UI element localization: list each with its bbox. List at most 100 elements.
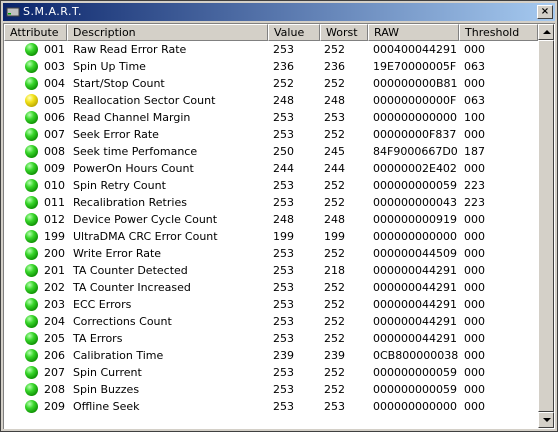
close-button[interactable]: × [537,5,553,19]
cell-value: 253 [273,247,294,260]
cell-value: 253 [273,128,294,141]
table-row[interactable]: 009 PowerOn Hours Count 244 244 00000002E402… [4,160,538,177]
table-row[interactable]: 003 Spin Up Time 236 236 19E70000005F 063 [4,58,538,75]
cell-raw: 000000044291 [373,281,457,294]
column-header-threshold[interactable]: Threshold [459,24,538,41]
cell-threshold: 063 [464,94,485,107]
cell-worst: 252 [324,43,345,56]
cell-description: Calibration Time [73,349,164,362]
cell-threshold: 000 [464,77,485,90]
cell-description: Spin Buzzes [73,383,140,396]
cell-threshold: 063 [464,60,485,73]
status-green-icon [25,128,38,141]
column-header-attribute[interactable]: Attribute [4,24,67,41]
drive-icon [6,7,20,17]
cell-id: 010 [44,179,65,192]
table-row[interactable]: 199 UltraDMA CRC Error Count 199 199 0000000… [4,228,538,245]
cell-raw: 000000000059 [373,179,457,192]
cell-id: 199 [44,230,65,243]
cell-description: Seek time Perfomance [73,145,198,158]
vertical-scrollbar[interactable] [538,24,554,428]
cell-raw: 000000000059 [373,383,457,396]
cell-id: 011 [44,196,65,209]
cell-id: 201 [44,264,65,277]
column-header-raw[interactable]: RAW [368,24,459,41]
cell-threshold: 000 [464,281,485,294]
table-row[interactable]: 011 Recalibration Retries 253 252 0000000000… [4,194,538,211]
table-row[interactable]: 201 TA Counter Detected 253 218 000000044291… [4,262,538,279]
cell-id: 204 [44,315,65,328]
cell-value: 253 [273,111,294,124]
cell-worst: 199 [324,230,345,243]
cell-description: Offline Seek [73,400,140,413]
cell-raw: 00000002E402 [373,162,457,175]
table-row[interactable]: 004 Start/Stop Count 252 252 000000000B81 000 [4,75,538,92]
table-row[interactable]: 205 TA Errors 253 252 000000044291 000 [4,330,538,347]
cell-worst: 218 [324,264,345,277]
table-row[interactable]: 208 Spin Buzzes 253 252 000000000059 000 [4,381,538,398]
cell-raw: 000000044509 [373,247,457,260]
cell-threshold: 000 [464,349,485,362]
cell-worst: 252 [324,281,345,294]
status-green-icon [25,60,38,73]
table-row[interactable]: 200 Write Error Rate 253 252 000000044509 000 [4,245,538,262]
smart-attribute-list[interactable]: Attribute Description Value Worst RAW Th… [3,23,555,429]
cell-value: 253 [273,281,294,294]
table-row[interactable]: 207 Spin Current 253 252 000000000059 000 [4,364,538,381]
cell-value: 253 [273,43,294,56]
cell-value: 250 [273,145,294,158]
cell-threshold: 187 [464,145,485,158]
table-row[interactable]: 209 Offline Seek 253 253 000000000000 000 [4,398,538,415]
cell-description: Reallocation Sector Count [73,94,216,107]
cell-value: 253 [273,264,294,277]
cell-raw: 000000000B81 [373,77,458,90]
window-title: S.M.A.R.T. [23,5,82,18]
table-row[interactable]: 001 Raw Read Error Rate 253 252 000400044291… [4,41,538,58]
status-green-icon [25,298,38,311]
cell-raw: 00000000F837 [373,128,457,141]
cell-description: Spin Current [73,366,142,379]
scroll-thumb[interactable] [538,40,554,412]
column-header-worst[interactable]: Worst [320,24,368,41]
table-row[interactable]: 012 Device Power Cycle Count 248 248 0000000… [4,211,538,228]
cell-threshold: 223 [464,196,485,209]
title-bar[interactable]: S.M.A.R.T. × [3,3,555,21]
cell-worst: 252 [324,77,345,90]
table-row[interactable]: 206 Calibration Time 239 239 0CB800000038 000 [4,347,538,364]
cell-raw: 000000000043 [373,196,457,209]
cell-value: 199 [273,230,294,243]
status-green-icon [25,366,38,379]
status-green-icon [25,162,38,175]
cell-description: Recalibration Retries [73,196,187,209]
table-row[interactable]: 006 Read Channel Margin 253 253 000000000000… [4,109,538,126]
column-header-description[interactable]: Description [67,24,268,41]
table-row[interactable]: 007 Seek Error Rate 253 252 00000000F837 000 [4,126,538,143]
table-row[interactable]: 005 Reallocation Sector Count 248 248 000000… [4,92,538,109]
column-header-value[interactable]: Value [268,24,320,41]
cell-description: Start/Stop Count [73,77,165,90]
status-green-icon [25,400,38,413]
arrow-up-icon [543,30,551,34]
cell-value: 253 [273,332,294,345]
cell-threshold: 000 [464,264,485,277]
cell-worst: 252 [324,179,345,192]
cell-raw: 000000044291 [373,332,457,345]
cell-threshold: 000 [464,400,485,413]
status-green-icon [25,213,38,226]
cell-id: 205 [44,332,65,345]
scroll-up-button[interactable] [538,24,554,40]
table-row[interactable]: 203 ECC Errors 253 252 000000044291 000 [4,296,538,313]
cell-worst: 236 [324,60,345,73]
table-row[interactable]: 010 Spin Retry Count 253 252 000000000059 223 [4,177,538,194]
cell-description: Write Error Rate [73,247,162,260]
table-row[interactable]: 204 Corrections Count 253 252 000000044291 00… [4,313,538,330]
table-row[interactable]: 008 Seek time Perfomance 250 245 84F9000667D… [4,143,538,160]
cell-threshold: 000 [464,230,485,243]
cell-worst: 252 [324,128,345,141]
cell-raw: 000000000000 [373,230,457,243]
table-row[interactable]: 202 TA Counter Increased 253 252 00000004429… [4,279,538,296]
status-green-icon [25,145,38,158]
cell-id: 005 [44,94,65,107]
cell-value: 253 [273,179,294,192]
scroll-down-button[interactable] [538,412,554,428]
